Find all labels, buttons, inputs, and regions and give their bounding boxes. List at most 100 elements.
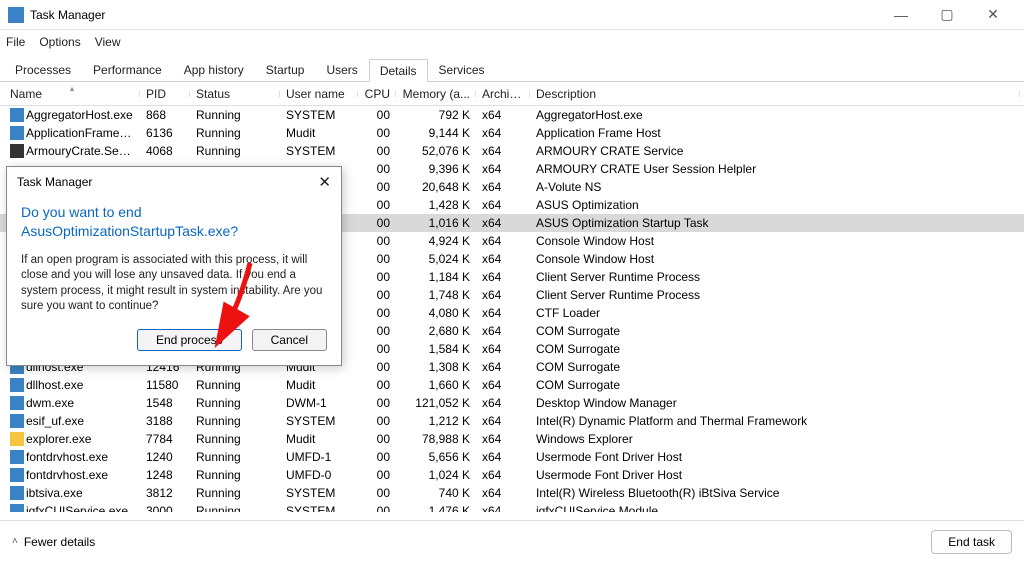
cell-mem: 20,648 K [396,180,476,194]
table-row[interactable]: igfxCUIService.exe3000RunningSYSTEM001,4… [0,502,1024,512]
cell-mem: 5,656 K [396,450,476,464]
cell-cpu: 00 [358,360,396,374]
cell-name: explorer.exe [4,432,140,447]
process-icon [10,414,24,428]
dialog-body: If an open program is associated with th… [21,253,327,315]
col-desc[interactable]: Description [530,87,1020,101]
cell-arch: x64 [476,198,530,212]
table-row[interactable]: ArmouryCrate.Servic...4068RunningSYSTEM0… [0,142,1024,160]
cell-status: Running [190,432,280,446]
minimize-button[interactable]: — [878,0,924,30]
table-row[interactable]: ApplicationFrameHo...6136RunningMudit009… [0,124,1024,142]
close-button[interactable]: ✕ [970,0,1016,30]
tab-users[interactable]: Users [315,58,368,81]
cell-cpu: 00 [358,126,396,140]
cell-arch: x64 [476,162,530,176]
cell-arch: x64 [476,432,530,446]
col-arch[interactable]: Archite... [476,87,530,101]
cell-status: Running [190,126,280,140]
cell-cpu: 00 [358,108,396,122]
cell-mem: 4,924 K [396,234,476,248]
cell-cpu: 00 [358,486,396,500]
cell-name: ArmouryCrate.Servic... [4,144,140,159]
cell-user: UMFD-1 [280,450,358,464]
cell-mem: 2,680 K [396,324,476,338]
col-status[interactable]: Status [190,87,280,101]
footer: ˄ Fewer details End task [0,520,1024,562]
cell-arch: x64 [476,126,530,140]
cell-user: SYSTEM [280,144,358,158]
cell-arch: x64 [476,180,530,194]
tab-app-history[interactable]: App history [173,58,255,81]
table-row[interactable]: dllhost.exe11580RunningMudit001,660 Kx64… [0,376,1024,394]
cell-mem: 1,184 K [396,270,476,284]
cell-cpu: 00 [358,468,396,482]
cell-mem: 1,212 K [396,414,476,428]
tab-processes[interactable]: Processes [4,58,82,81]
col-pid[interactable]: PID [140,87,190,101]
cell-arch: x64 [476,144,530,158]
col-name[interactable]: Name [4,87,140,101]
menu-options[interactable]: Options [39,35,80,49]
cell-pid: 11580 [140,378,190,392]
end-process-button[interactable]: End process [137,329,242,351]
menu-file[interactable]: File [6,35,25,49]
tab-startup[interactable]: Startup [255,58,316,81]
table-row[interactable]: dwm.exe1548RunningDWM-100121,052 Kx64Des… [0,394,1024,412]
cell-desc: Application Frame Host [530,126,1020,140]
table-row[interactable]: esif_uf.exe3188RunningSYSTEM001,212 Kx64… [0,412,1024,430]
cell-mem: 78,988 K [396,432,476,446]
table-row[interactable]: AggregatorHost.exe868RunningSYSTEM00792 … [0,106,1024,124]
table-row[interactable]: ibtsiva.exe3812RunningSYSTEM00740 Kx64In… [0,484,1024,502]
tab-services[interactable]: Services [428,58,496,81]
cell-pid: 7784 [140,432,190,446]
menu-view[interactable]: View [95,35,121,49]
cell-cpu: 00 [358,504,396,512]
cell-arch: x64 [476,360,530,374]
cell-arch: x64 [476,216,530,230]
cell-mem: 52,076 K [396,144,476,158]
cell-mem: 740 K [396,486,476,500]
cell-desc: ASUS Optimization [530,198,1020,212]
cell-desc: Console Window Host [530,252,1020,266]
table-row[interactable]: fontdrvhost.exe1248RunningUMFD-0001,024 … [0,466,1024,484]
cell-arch: x64 [476,288,530,302]
cell-desc: Desktop Window Manager [530,396,1020,410]
cell-cpu: 00 [358,450,396,464]
tab-details[interactable]: Details [369,59,428,82]
column-headers: Name PID Status User name CPU Memory (a.… [0,82,1024,106]
col-cpu[interactable]: CPU [358,87,396,101]
cell-cpu: 00 [358,180,396,194]
tab-performance[interactable]: Performance [82,58,173,81]
process-icon [10,378,24,392]
cell-pid: 868 [140,108,190,122]
cell-status: Running [190,450,280,464]
col-user[interactable]: User name [280,87,358,101]
cell-cpu: 00 [358,414,396,428]
app-icon [8,7,24,23]
cell-arch: x64 [476,252,530,266]
cancel-button[interactable]: Cancel [252,329,327,351]
cell-pid: 1240 [140,450,190,464]
dialog-close-icon[interactable]: ✕ [318,173,331,191]
cell-cpu: 00 [358,162,396,176]
cell-cpu: 00 [358,270,396,284]
col-mem[interactable]: Memory (a... [396,87,476,101]
cell-name: fontdrvhost.exe [4,468,140,483]
fewer-details-link[interactable]: Fewer details [24,535,95,549]
cell-cpu: 00 [358,342,396,356]
maximize-button[interactable]: ▢ [924,0,970,30]
cell-desc: Client Server Runtime Process [530,288,1020,302]
process-icon [10,144,24,158]
cell-name: ApplicationFrameHo... [4,126,140,141]
cell-cpu: 00 [358,252,396,266]
cell-status: Running [190,468,280,482]
dialog-question: Do you want to end AsusOptimizationStart… [21,203,327,241]
table-row[interactable]: fontdrvhost.exe1240RunningUMFD-1005,656 … [0,448,1024,466]
table-row[interactable]: explorer.exe7784RunningMudit0078,988 Kx6… [0,430,1024,448]
cell-cpu: 00 [358,378,396,392]
cell-arch: x64 [476,468,530,482]
cell-desc: COM Surrogate [530,324,1020,338]
end-task-button[interactable]: End task [931,530,1012,554]
cell-arch: x64 [476,504,530,512]
